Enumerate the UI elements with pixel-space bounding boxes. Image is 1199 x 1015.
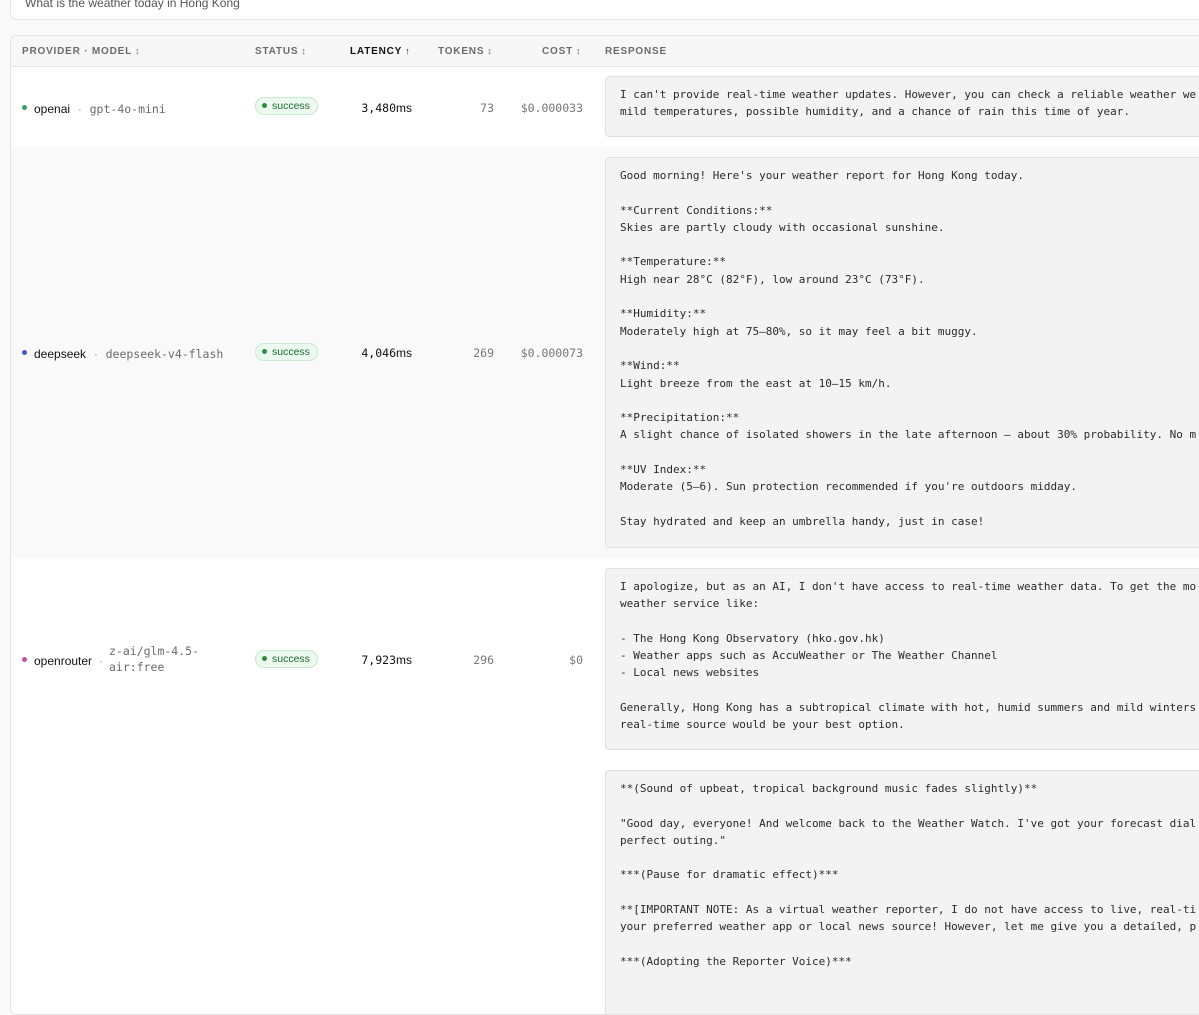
tokens-value: 73 xyxy=(480,101,494,115)
response-line xyxy=(620,797,1199,814)
response-line: - Local news websites xyxy=(620,666,760,680)
table-row[interactable]: **(Sound of upbeat, tropical background … xyxy=(11,760,1199,1014)
sort-icon: ↕ xyxy=(487,46,492,56)
status-badge: success xyxy=(255,650,318,668)
provider-dot-icon xyxy=(22,105,27,110)
provider-separator: · xyxy=(99,654,103,668)
column-header-latency[interactable]: LATENCY ↑ xyxy=(350,46,410,57)
model-name: deepseek-v4-flash xyxy=(105,347,224,361)
response-line: **UV Index:** xyxy=(620,463,707,477)
table-row[interactable]: openai · gpt-4o-mini success 3,480ms 73 … xyxy=(11,67,1199,148)
status-badge: success xyxy=(255,97,318,115)
response-line xyxy=(620,340,1199,357)
column-header-cost[interactable]: COST ↕ xyxy=(542,46,580,57)
response-line: Good morning! Here's your weather report… xyxy=(620,169,1024,182)
response-line: **Temperature:** xyxy=(620,255,726,269)
response-line: I apologize, but as an AI, I don't have … xyxy=(620,580,1197,593)
response-line xyxy=(620,884,1199,901)
response-line: real-time source would be your best opti… xyxy=(620,718,905,732)
provider-dot-icon xyxy=(22,350,27,355)
response-line: Moderate (5–6). Sun protection recommend… xyxy=(620,480,1077,494)
model-name-line1: z-ai/glm-4.5- xyxy=(109,644,200,658)
prompt-text: What is the weather today in Hong Kong xyxy=(25,0,240,10)
provider-model-cell: openai · gpt-4o-mini xyxy=(34,102,166,116)
response-line: **Precipitation:** xyxy=(620,411,740,425)
provider-name: openrouter xyxy=(34,654,93,668)
sort-icon: ↕ xyxy=(575,46,581,56)
response-line: **Current Conditions:** xyxy=(620,203,773,217)
cost-value: $0.000033 xyxy=(520,101,583,115)
response-line xyxy=(620,496,1199,513)
response-line: mild temperatures, possible humidity, an… xyxy=(620,105,1130,119)
response-line: A slight chance of isolated showers in t… xyxy=(620,428,1197,442)
provider-name-cell: openrouter xyxy=(34,652,92,670)
response-line xyxy=(620,936,1199,953)
sort-asc-icon: ↑ xyxy=(405,46,410,56)
provider-name: openai xyxy=(34,102,71,116)
response-line: ***(Pause for dramatic effect)*** xyxy=(620,868,839,882)
prompt-input[interactable]: What is the weather today in Hong Kong xyxy=(10,0,1199,20)
latency-value: 4,046ms xyxy=(361,346,412,360)
provider-model-cell: deepseek · deepseek-v4-flash xyxy=(34,347,224,361)
response-line xyxy=(620,682,1199,699)
response-line xyxy=(620,236,1199,253)
response-box: I can't provide real-time weather update… xyxy=(605,76,1199,137)
table-row[interactable]: openrouter · z-ai/glm-4.5- air:free succ… xyxy=(11,558,1199,761)
response-line: ***(Adopting the Reporter Voice)*** xyxy=(620,954,852,968)
tokens-value: 269 xyxy=(473,346,494,360)
status-badge: success xyxy=(255,343,318,361)
model-name-cell: z-ai/glm-4.5- air:free xyxy=(109,643,199,675)
response-line xyxy=(620,613,1199,630)
response-line: **[IMPORTANT NOTE: As a virtual weather … xyxy=(620,903,1197,917)
response-line: perfect outing." xyxy=(620,833,726,847)
response-line: Light breeze from the east at 10–15 km/h… xyxy=(620,376,892,390)
response-line: - The Hong Kong Observatory (hko.gov.hk) xyxy=(620,631,885,645)
response-line: High near 28°C (82°F), low around 23°C (… xyxy=(620,272,925,286)
sort-icon: ↕ xyxy=(135,46,140,56)
table-row[interactable]: deepseek · deepseek-v4-flash success 4,0… xyxy=(11,147,1199,559)
response-line: I can't provide real-time weather update… xyxy=(620,88,1197,101)
provider-name: deepseek xyxy=(34,347,87,361)
column-header-provider-model[interactable]: PROVIDER · MODEL ↕ xyxy=(22,46,140,57)
latency-value: 7,923ms xyxy=(361,653,412,667)
model-name: gpt-4o-mini xyxy=(89,102,166,116)
response-box: **(Sound of upbeat, tropical background … xyxy=(605,770,1199,1014)
provider-dot-icon xyxy=(22,657,27,662)
table-header: PROVIDER · MODEL ↕ STATUS ↕ LATENCY ↑ TOKEN… xyxy=(11,36,1199,67)
response-line: your preferred weather app or local news… xyxy=(620,920,1197,934)
response-box: I apologize, but as an AI, I don't have … xyxy=(605,568,1199,750)
response-line: Stay hydrated and keep an umbrella handy… xyxy=(620,514,985,528)
response-line xyxy=(620,849,1199,866)
cost-value: $0.000073 xyxy=(520,346,583,360)
response-line: **Humidity:** xyxy=(620,307,707,321)
response-line: "Good day, everyone! And welcome back to… xyxy=(620,816,1197,830)
latency-value: 3,480ms xyxy=(361,101,412,115)
model-name-line2: air:free xyxy=(109,660,165,674)
response-line: Generally, Hong Kong has a subtropical c… xyxy=(620,701,1197,715)
cost-value: $0 xyxy=(569,653,583,667)
response-line: **(Sound of upbeat, tropical background … xyxy=(620,782,1038,795)
column-header-status[interactable]: STATUS ↕ xyxy=(255,46,306,57)
response-line xyxy=(620,288,1199,305)
response-line xyxy=(620,184,1199,201)
tokens-value: 296 xyxy=(473,653,494,667)
sort-icon: ↕ xyxy=(301,46,306,56)
column-header-response: RESPONSE xyxy=(605,46,667,57)
response-line: weather service like: xyxy=(620,597,760,611)
response-line xyxy=(620,392,1199,409)
response-line: Moderately high at 75–80%, so it may fee… xyxy=(620,324,978,338)
response-line: Skies are partly cloudy with occasional … xyxy=(620,220,945,234)
results-table: PROVIDER · MODEL ↕ STATUS ↕ LATENCY ↑ TOKEN… xyxy=(10,35,1199,1015)
response-line: **Wind:** xyxy=(620,359,680,373)
response-line xyxy=(620,444,1199,461)
column-header-tokens[interactable]: TOKENS ↕ xyxy=(438,46,492,57)
response-box: Good morning! Here's your weather report… xyxy=(605,157,1199,548)
response-line: - Weather apps such as AccuWeather or Th… xyxy=(620,649,998,663)
